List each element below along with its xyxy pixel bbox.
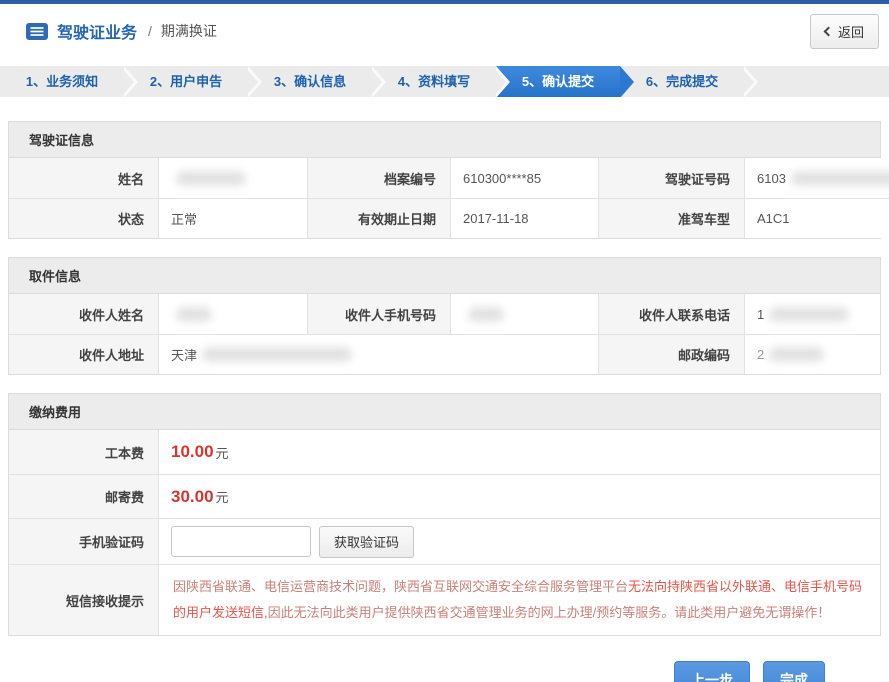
back-button[interactable]: 返回	[810, 14, 879, 49]
name-label: 姓名	[9, 158, 158, 198]
recipient-name-label: 收件人姓名	[9, 294, 158, 334]
file-no-label: 档案编号	[307, 158, 450, 198]
postal-code-value: 2	[744, 334, 880, 374]
vehicle-class-value: A1C1	[744, 198, 889, 238]
recipient-address-value: 天津	[158, 334, 598, 374]
masked-postal-code	[769, 347, 824, 362]
breadcrumb: 驾驶证业务 / 期满换证	[26, 19, 217, 43]
sms-code-input[interactable]	[171, 526, 311, 557]
pickup-info-section: 取件信息 收件人姓名 收件人手机号码 收件人联系电话 1 收件人地址 天津 邮政…	[8, 257, 881, 375]
license-info-section: 驾驶证信息 姓名 档案编号 610300****85 驾驶证号码 6103 状态…	[8, 121, 881, 239]
step-6-complete-submit[interactable]: 6、完成提交	[620, 66, 744, 97]
status-value: 正常	[158, 198, 307, 238]
page-header: 驾驶证业务 / 期满换证 返回	[0, 4, 889, 58]
step-bar-filler	[744, 66, 889, 97]
sms-tip-text: 因陕西省联通、电信运营商技术问题，陕西省互联网交通安全综合服务管理平台无法向持陕…	[158, 564, 880, 635]
recipient-phone-value: 1	[744, 294, 880, 334]
previous-step-button[interactable]: 上一步	[674, 661, 750, 682]
masked-recipient-phone	[769, 307, 849, 322]
step-5-confirm-submit[interactable]: 5、确认提交	[496, 66, 620, 97]
license-no-label: 驾驶证号码	[598, 158, 744, 198]
recipient-mobile-value	[450, 294, 598, 334]
masked-recipient-address	[202, 347, 352, 362]
name-value	[158, 158, 307, 198]
step-progress-bar: 1、业务须知 2、用户申告 3、确认信息 4、资料填写 5、确认提交 6、完成提…	[0, 66, 889, 97]
expiry-label: 有效期止日期	[307, 198, 450, 238]
page-subtitle: 期满换证	[161, 21, 217, 41]
step-4-fill-data[interactable]: 4、资料填写	[372, 66, 496, 97]
form-list-icon	[26, 23, 48, 40]
recipient-mobile-label: 收件人手机号码	[307, 294, 450, 334]
step-2-user-declaration[interactable]: 2、用户申告	[124, 66, 248, 97]
masked-recipient-name	[176, 307, 212, 322]
currency-unit: 元	[216, 487, 229, 506]
get-sms-code-button[interactable]: 获取验证码	[319, 526, 414, 558]
postage-fee-value: 30.00元	[158, 474, 880, 518]
expiry-value: 2017-11-18	[450, 198, 598, 238]
license-no-value: 6103	[744, 158, 889, 198]
sms-code-label: 手机验证码	[9, 518, 158, 564]
license-table: 姓名 档案编号 610300****85 驾驶证号码 6103 状态 正常 有效…	[9, 158, 880, 238]
production-fee-value: 10.00元	[158, 430, 880, 474]
recipient-address-label: 收件人地址	[9, 334, 158, 374]
production-fee-amount: 10.00	[171, 442, 214, 462]
step-3-confirm-info[interactable]: 3、确认信息	[248, 66, 372, 97]
postage-fee-label: 邮寄费	[9, 474, 158, 518]
recipient-name-value	[158, 294, 307, 334]
pickup-section-title: 取件信息	[9, 258, 880, 294]
status-label: 状态	[9, 198, 158, 238]
sms-code-row: 获取验证码	[158, 518, 880, 564]
production-fee-label: 工本费	[9, 430, 158, 474]
masked-name	[176, 171, 246, 186]
postage-fee-amount: 30.00	[171, 487, 214, 507]
sms-tip-part-3: 因此无法向此类用户提供陕西省交通管理业务的网上办理/预约等服务。请此类用户避免无…	[268, 605, 831, 620]
finish-button[interactable]: 完成	[763, 661, 825, 682]
file-no-value: 610300****85	[450, 158, 598, 198]
page-title: 驾驶证业务	[57, 19, 137, 43]
sms-tip-part-1: 因陕西省联通、电信运营商技术问题，陕西省互联网交通安全综合服务管理平台	[173, 579, 628, 594]
fees-section: 缴纳费用 工本费 10.00元 邮寄费 30.00元 手机验证码 获取验证码 短…	[8, 393, 881, 636]
footer-actions: 上一步 完成	[0, 661, 889, 682]
vehicle-class-label: 准驾车型	[598, 198, 744, 238]
masked-license-no	[791, 171, 889, 186]
pickup-table: 收件人姓名 收件人手机号码 收件人联系电话 1 收件人地址 天津 邮政编码 2	[9, 294, 880, 374]
breadcrumb-separator: /	[148, 23, 152, 39]
sms-tip-label: 短信接收提示	[9, 564, 158, 635]
chevron-left-icon	[824, 26, 834, 36]
back-button-label: 返回	[838, 22, 864, 41]
license-section-title: 驾驶证信息	[9, 122, 880, 158]
fees-table: 工本费 10.00元 邮寄费 30.00元 手机验证码 获取验证码 短信接收提示…	[9, 430, 880, 635]
fees-section-title: 缴纳费用	[9, 394, 880, 430]
masked-recipient-mobile	[468, 307, 504, 322]
postal-code-label: 邮政编码	[598, 334, 744, 374]
recipient-phone-label: 收件人联系电话	[598, 294, 744, 334]
currency-unit: 元	[216, 443, 229, 462]
step-1-business-notice[interactable]: 1、业务须知	[0, 66, 124, 97]
